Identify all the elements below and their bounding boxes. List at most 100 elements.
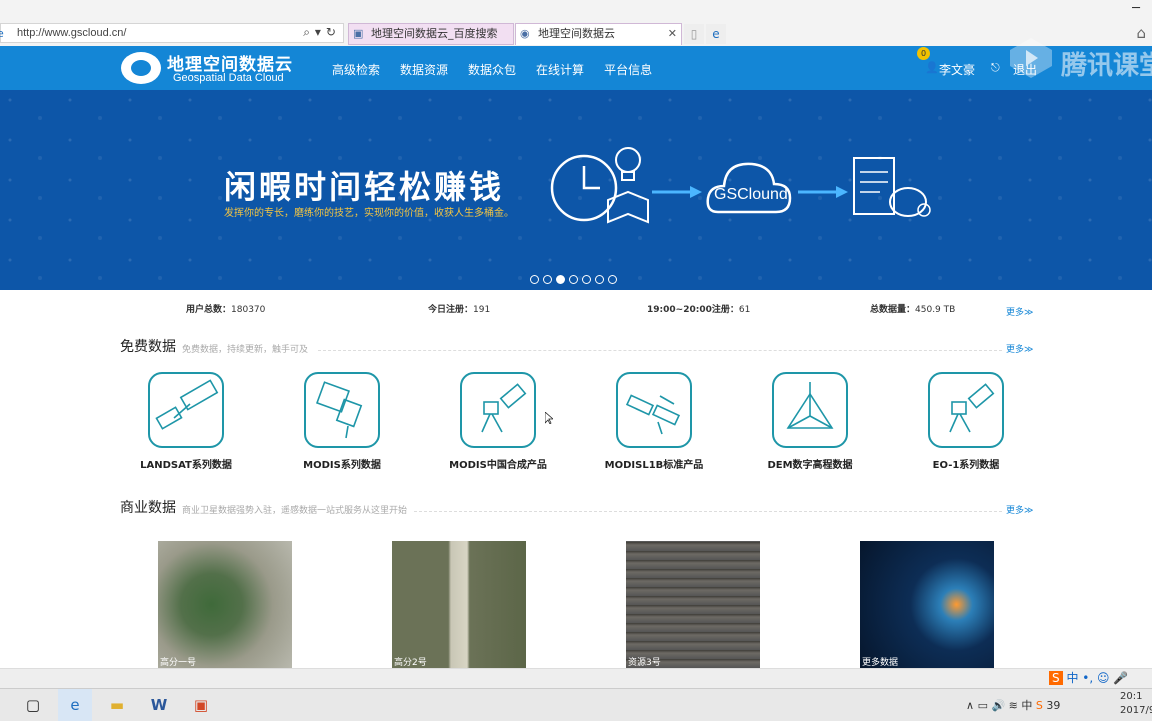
commercial-data-title: 商业数据 (120, 500, 176, 516)
ie-icon: e (0, 27, 4, 40)
carousel-dot[interactable] (582, 275, 591, 284)
network-icon[interactable]: ≋ (1009, 699, 1018, 712)
banner-subline: 发挥你的专长，磨练你的技艺，实现你的价值，收获人生多桶金。 (224, 208, 514, 219)
free-data-title: 免费数据 (120, 339, 176, 355)
thumb-more-data[interactable]: 更多数据 (860, 541, 994, 668)
thumb-caption: 高分一号 (160, 658, 197, 668)
windows-taskbar: ▢ e ▬ W ▣ ∧ ▭ 🔊 ≋ 中 S 39 20:1 2017/9 (0, 688, 1152, 721)
ime-mode-chinese[interactable]: 中 (1066, 671, 1078, 685)
system-tray[interactable]: ∧ ▭ 🔊 ≋ 中 S 39 (966, 697, 1060, 713)
product-label: MODIS中国合成产品 (449, 460, 547, 471)
stat-today-registered: 今日注册：191 (428, 305, 491, 315)
divider (318, 350, 1002, 351)
modis-l1b-satellite-icon[interactable] (616, 372, 692, 448)
stat-total-data: 总数据量：450.9 TB (870, 305, 956, 315)
tab-title: 地理空间数据云 (538, 27, 615, 40)
product-landsat[interactable]: LANDSAT系列数据 (106, 372, 266, 471)
file-explorer-icon[interactable]: ▬ (100, 689, 134, 721)
address-tools[interactable]: ⌕▾↻ (303, 25, 341, 40)
commercial-data-more-link[interactable]: 更多≫ (1006, 503, 1033, 516)
url-text[interactable]: http://www.gscloud.cn/ (17, 27, 126, 39)
address-bar[interactable]: e http://www.gscloud.cn/ ⌕▾↻ (0, 23, 344, 43)
product-modis[interactable]: MODIS系列数据 (262, 372, 422, 471)
report-piggybank-icon (853, 157, 931, 217)
tray-sogou-icon[interactable]: S (1036, 699, 1043, 712)
user-name-link[interactable]: 李文豪 (939, 61, 975, 78)
nav-platform-info[interactable]: 平台信息 (604, 61, 652, 78)
close-tab-icon[interactable]: ✕ (668, 24, 677, 44)
tray-temp: 39 (1046, 699, 1061, 712)
thumb-caption: 更多数据 (862, 658, 899, 668)
taskbar-clock[interactable]: 20:1 2017/9 (1120, 690, 1152, 718)
dem-elevation-icon[interactable] (772, 372, 848, 448)
free-data-subtitle: 免费数据，持续更新，触手可及 (182, 345, 309, 355)
word-icon[interactable]: W (142, 689, 176, 721)
task-view-icon[interactable]: ▢ (16, 689, 50, 721)
carousel-dot[interactable] (595, 275, 604, 284)
hero-banner[interactable]: 闲暇时间轻松赚钱 发挥你的专长，磨练你的技艺，实现你的价值，收获人生多桶金。 G… (0, 90, 1152, 290)
commercial-data-subtitle: 商业卫星数据强势入驻，遥感数据一站式服务从这里开始 (182, 506, 408, 516)
ime-toolbar[interactable]: S 中 •, ☺ 🎤 (1049, 669, 1128, 687)
ime-emoji-icon[interactable]: ☺ (1097, 671, 1110, 685)
carousel-dot[interactable] (543, 275, 552, 284)
carousel-dots (530, 275, 621, 284)
cloud-label: GSClound (714, 186, 788, 203)
carousel-dot[interactable] (608, 275, 617, 284)
thumb-gaofen-1[interactable]: 高分一号 (158, 541, 292, 668)
product-dem[interactable]: DEM数字高程数据 (730, 372, 890, 471)
carousel-dot[interactable] (530, 275, 539, 284)
baidu-favicon-icon: ▣ (353, 27, 364, 40)
carousel-dot[interactable] (569, 275, 578, 284)
nav-data-resources[interactable]: 数据资源 (400, 61, 448, 78)
eo1-satellite-icon[interactable] (928, 372, 1004, 448)
gscloud-favicon-icon: ◉ (520, 27, 530, 40)
nav-advanced-search[interactable]: 高级检索 (332, 61, 380, 78)
volume-icon[interactable]: 🔊 (991, 699, 1005, 712)
product-label: MODIS系列数据 (303, 460, 381, 471)
free-data-more-link[interactable]: 更多≫ (1006, 342, 1033, 355)
tab-gscloud[interactable]: ◉ 地理空间数据云 ✕ (515, 23, 682, 45)
sogou-ime-icon[interactable]: S (1049, 671, 1063, 685)
landsat-satellite-icon[interactable] (148, 372, 224, 448)
clock-date: 2017/9 (1120, 705, 1152, 716)
minimize-icon[interactable]: ─ (1120, 0, 1152, 22)
mouse-cursor-icon (545, 412, 553, 424)
nav-data-crowdsourcing[interactable]: 数据众包 (468, 61, 516, 78)
product-modis-china[interactable]: MODIS中国合成产品 (418, 372, 578, 471)
site-header: 地理空间数据云 Geospatial Data Cloud 高级检索 数据资源 … (0, 46, 1152, 90)
product-label: MODISL1B标准产品 (604, 460, 704, 471)
ie-taskbar-icon[interactable]: e (58, 689, 92, 721)
stats-more-link[interactable]: 更多≫ (1006, 305, 1033, 318)
logo-subtitle: Geospatial Data Cloud (173, 72, 284, 84)
logo-globe-icon[interactable] (121, 52, 161, 84)
modis-satellite-icon[interactable] (304, 372, 380, 448)
stat-hour-registered: 19:00~20:00注册：61 (647, 305, 751, 315)
product-label: EO-1系列数据 (932, 460, 1000, 471)
ime-punct-icon[interactable]: •, (1082, 671, 1093, 685)
divider (414, 511, 1002, 512)
browser-chrome: ─ ⌂ e http://www.gscloud.cn/ ⌕▾↻ ▣ 地理空间数… (0, 0, 1152, 46)
modis-china-satellite-icon[interactable] (460, 372, 536, 448)
stat-total-users: 用户总数：180370 (186, 305, 266, 315)
ime-voice-icon[interactable]: 🎤 (1113, 671, 1128, 685)
thumb-gaofen-2[interactable]: 高分2号 (392, 541, 526, 668)
nav-online-compute[interactable]: 在线计算 (536, 61, 584, 78)
presentation-app-icon[interactable]: ▣ (184, 689, 218, 721)
tray-ime-label[interactable]: 中 (1021, 699, 1032, 712)
thumb-caption: 资源3号 (628, 658, 661, 668)
new-tab-icon[interactable]: ▯ (684, 24, 704, 44)
notification-badge[interactable]: 0 (917, 47, 930, 60)
ie-tab-icon[interactable]: e (706, 24, 726, 44)
product-modis-l1b[interactable]: MODISL1B标准产品 (574, 372, 734, 471)
arrow-icon (652, 186, 702, 198)
product-eo1[interactable]: EO-1系列数据 (886, 372, 1046, 471)
carousel-dot-active[interactable] (556, 275, 565, 284)
thumb-ziyuan-3[interactable]: 资源3号 (626, 541, 760, 668)
watermark-logo-icon (1010, 38, 1052, 78)
arrow-icon (798, 186, 848, 198)
tab-baidu-search[interactable]: ▣ 地理空间数据云_百度搜索 (348, 23, 514, 45)
browser-status-bar (0, 668, 1152, 689)
battery-icon[interactable]: ▭ (978, 699, 988, 712)
home-icon[interactable]: ⌂ (1136, 24, 1146, 42)
tray-expand-icon[interactable]: ∧ (966, 699, 974, 712)
